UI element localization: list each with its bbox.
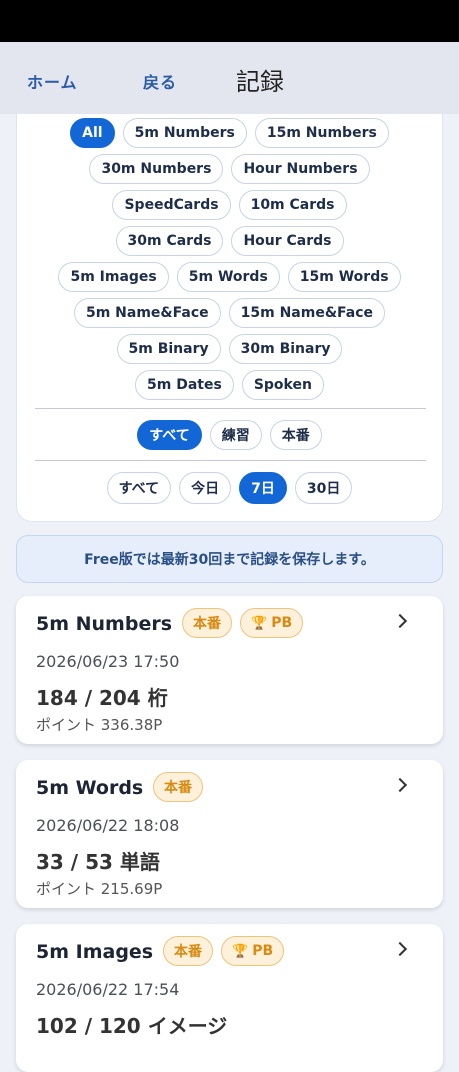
discipline-chip[interactable]: 15m Name&Face (228, 298, 386, 328)
discipline-chip-row: SpeedCards 10m Cards (17, 190, 442, 220)
record-card[interactable]: 5m Images 本番 🏆 PB 2026/06/22 17:54 102 / 120 … (16, 924, 443, 1072)
record-badges: 本番 (153, 772, 203, 802)
badge-label: PB (252, 943, 274, 959)
mode-filter: すべて 練習 本番 (17, 420, 442, 450)
discipline-chip[interactable]: 15m Numbers (254, 118, 389, 148)
trophy-icon: 🏆 (232, 943, 249, 959)
discipline-chip[interactable]: 5m Numbers (122, 118, 247, 148)
period-chip[interactable]: すべて (106, 472, 172, 504)
discipline-chip[interactable]: 5m Dates (135, 370, 234, 400)
record-points: ポイント 215.69P (36, 880, 163, 898)
record-card[interactable]: 5m Numbers 本番 🏆 PB 2026/06/23 17:50 184 / 204… (16, 596, 443, 744)
period-chip[interactable]: 7日 (239, 472, 287, 504)
official-badge: 本番 (153, 772, 203, 802)
record-date: 2026/06/22 17:54 (36, 980, 180, 999)
badge-label: 本番 (164, 780, 192, 796)
chevron-right-icon[interactable] (392, 941, 408, 957)
discipline-chip[interactable]: 5m Binary (116, 334, 221, 364)
discipline-chip-row: 5m Binary 30m Binary (17, 334, 442, 364)
back-link[interactable]: 戻る (143, 69, 177, 93)
record-discipline: 5m Images (36, 941, 154, 963)
official-badge: 本番 (182, 608, 232, 638)
home-link[interactable]: ホーム (27, 69, 78, 93)
discipline-chip[interactable]: SpeedCards (112, 190, 231, 220)
free-plan-notice: Free版では最新30回まで記録を保存します。 (16, 535, 443, 583)
record-score: 184 / 204 桁 (36, 686, 168, 710)
filter-panel: All 5m Numbers 15m Numbers 30m Numbers Hour … (16, 114, 443, 522)
record-discipline: 5m Numbers (36, 613, 173, 635)
pb-badge: 🏆 PB (221, 936, 285, 966)
record-score: 33 / 53 単語 (36, 850, 160, 874)
discipline-chip-row: 30m Cards Hour Cards (17, 226, 442, 256)
discipline-chip-row: All 5m Numbers 15m Numbers (17, 118, 442, 148)
chevron-right-icon[interactable] (392, 613, 408, 629)
period-chip[interactable]: 30日 (294, 472, 353, 504)
record-points: ポイント 336.38P (36, 716, 163, 734)
discipline-chip[interactable]: 5m Words (176, 262, 280, 292)
divider (35, 408, 426, 409)
discipline-chip-row: 30m Numbers Hour Numbers (17, 154, 442, 184)
mode-chip[interactable]: すべて (137, 420, 202, 450)
discipline-chip[interactable]: Hour Numbers (231, 154, 370, 184)
status-bar (0, 0, 459, 42)
discipline-chip[interactable]: 30m Cards (115, 226, 224, 256)
discipline-chip-row: 5m Name&Face 15m Name&Face (17, 298, 442, 328)
record-badges: 本番 🏆 PB (163, 936, 285, 966)
badge-label: PB (271, 615, 293, 631)
discipline-chip-row: 5m Dates Spoken (17, 370, 442, 400)
mode-chip[interactable]: 本番 (269, 420, 322, 450)
record-card[interactable]: 5m Words 本番 2026/06/22 18:08 33 / 53 単語ポイント… (16, 760, 443, 908)
discipline-chip[interactable]: 10m Cards (238, 190, 347, 220)
period-chip[interactable]: 今日 (179, 472, 232, 504)
record-date: 2026/06/22 18:08 (36, 816, 180, 835)
discipline-chip[interactable]: 15m Words (287, 262, 401, 292)
discipline-chip[interactable]: 5m Images (58, 262, 169, 292)
trophy-icon: 🏆 (251, 615, 268, 631)
discipline-chip-row: 5m Images 5m Words 15m Words (17, 262, 442, 292)
record-discipline: 5m Words (36, 777, 144, 799)
discipline-chip[interactable]: All (70, 118, 115, 148)
discipline-chip[interactable]: Hour Cards (231, 226, 344, 256)
record-date: 2026/06/23 17:50 (36, 652, 180, 671)
record-score: 102 / 120 イメージ (36, 1014, 228, 1038)
page-title: 記録 (236, 68, 284, 96)
divider (35, 460, 426, 461)
discipline-chip[interactable]: 5m Name&Face (73, 298, 221, 328)
mode-chip[interactable]: 練習 (209, 420, 262, 450)
badge-label: 本番 (193, 616, 221, 632)
discipline-chip[interactable]: 30m Binary (228, 334, 343, 364)
app-bar: ホーム 戻る 記録 (0, 42, 459, 114)
discipline-chip[interactable]: 30m Numbers (89, 154, 224, 184)
record-badges: 本番 🏆 PB (182, 608, 304, 638)
chevron-right-icon[interactable] (392, 777, 408, 793)
badge-label: 本番 (174, 944, 202, 960)
discipline-chip[interactable]: Spoken (241, 370, 324, 400)
period-filter: すべて 今日 7日 30日 (17, 472, 442, 504)
official-badge: 本番 (163, 936, 213, 966)
pb-badge: 🏆 PB (240, 608, 304, 638)
